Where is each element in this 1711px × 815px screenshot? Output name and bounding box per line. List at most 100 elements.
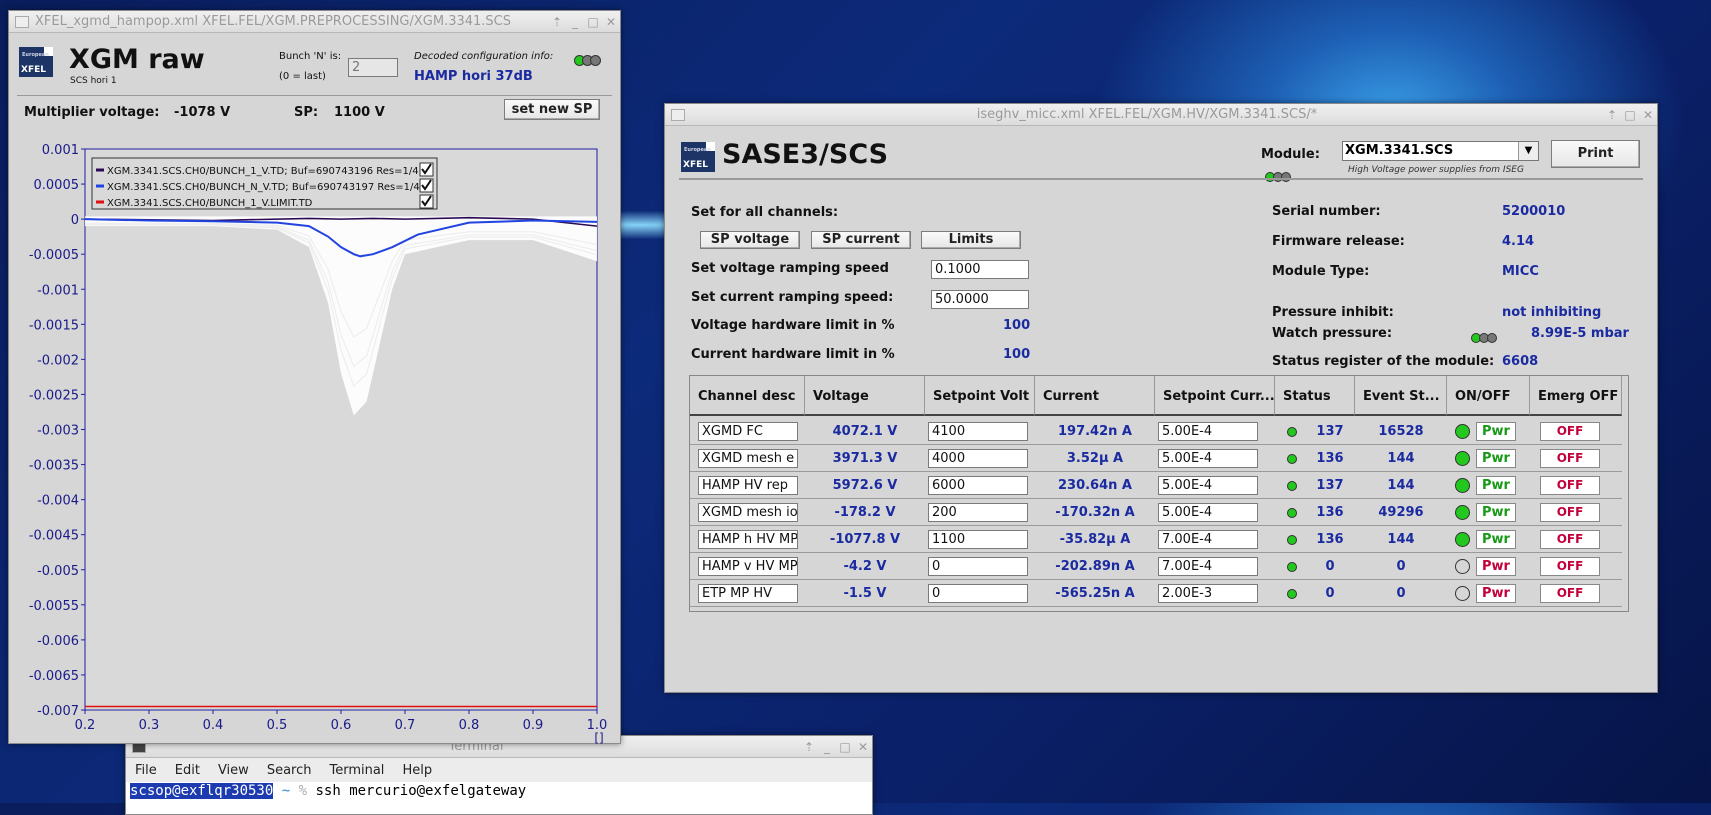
- column-header[interactable]: Status: [1275, 376, 1355, 416]
- setpoint-curr-input[interactable]: 2.00E-3: [1158, 584, 1258, 603]
- power-button[interactable]: Pwr: [1476, 476, 1516, 495]
- x-tick-label: 0.6: [331, 718, 352, 733]
- power-state-icon: [1455, 532, 1470, 547]
- emergency-off-button[interactable]: OFF: [1540, 422, 1600, 441]
- power-button[interactable]: Pwr: [1476, 449, 1516, 468]
- maximize-icon[interactable]: □: [584, 15, 602, 29]
- menu-help[interactable]: Help: [402, 763, 432, 778]
- x-tick-label: 0.9: [523, 718, 544, 733]
- setpoint-curr-input[interactable]: 5.00E-4: [1158, 476, 1258, 495]
- power-button[interactable]: Pwr: [1476, 503, 1516, 522]
- status-lamp-icon: [1287, 534, 1297, 545]
- sp-label: SP:: [294, 105, 319, 120]
- module-lamps: [1265, 166, 1291, 185]
- keep-above-icon[interactable]: ⇡: [1603, 108, 1621, 122]
- channel-desc-input[interactable]: HAMP h HV MP: [698, 530, 798, 549]
- terminal-window[interactable]: Terminal ⇡ _ □ ✕ File Edit View Search Termi…: [125, 735, 873, 815]
- vramp-input[interactable]: 0.1000: [931, 260, 1029, 279]
- column-header[interactable]: Setpoint Volt: [925, 376, 1035, 416]
- cramp-input[interactable]: 50.0000: [931, 290, 1029, 309]
- power-button[interactable]: Pwr: [1476, 557, 1516, 576]
- event-status-value: 144: [1387, 532, 1415, 547]
- lamp-icon: [590, 55, 601, 66]
- column-header[interactable]: Channel desc: [690, 376, 805, 416]
- setpoint-curr-input[interactable]: 5.00E-4: [1158, 503, 1258, 522]
- xgm-titlebar[interactable]: XFEL_xgmd_hampop.xml XFEL.FEL/XGM.PREPRO…: [9, 11, 620, 33]
- setpoint-volt-input[interactable]: 200: [928, 503, 1028, 522]
- column-header[interactable]: ON/OFF: [1447, 376, 1530, 416]
- power-button[interactable]: Pwr: [1476, 530, 1516, 549]
- minimize-icon[interactable]: _: [818, 740, 836, 754]
- event-status-value: 0: [1396, 559, 1406, 574]
- menu-file[interactable]: File: [135, 763, 157, 778]
- hv-window-title: iseghv_micc.xml XFEL.FEL/XGM.HV/XGM.3341…: [976, 107, 1318, 122]
- menu-search[interactable]: Search: [267, 763, 312, 778]
- y-tick-label: -0.0005: [29, 248, 79, 263]
- emergency-off-button[interactable]: OFF: [1540, 557, 1600, 576]
- hv-titlebar[interactable]: iseghv_micc.xml XFEL.FEL/XGM.HV/XGM.3341…: [665, 104, 1657, 126]
- channel-desc-input[interactable]: XGMD mesh ion: [698, 503, 798, 522]
- maximize-icon[interactable]: □: [836, 740, 854, 754]
- terminal-line[interactable]: scsop@exflqr30530 ~ % ssh mercurio@exfel…: [126, 782, 872, 800]
- setpoint-volt-input[interactable]: 1100: [928, 530, 1028, 549]
- channel-desc-input[interactable]: XGMD mesh e: [698, 449, 798, 468]
- emergency-off-button[interactable]: OFF: [1540, 503, 1600, 522]
- setpoint-volt-input[interactable]: 0: [928, 584, 1028, 603]
- close-icon[interactable]: ✕: [602, 15, 620, 29]
- setpoint-curr-input[interactable]: 7.00E-4: [1158, 557, 1258, 576]
- minimize-icon[interactable]: _: [566, 15, 584, 29]
- status-lamps: [574, 50, 601, 69]
- mult-label: Multiplier voltage:: [24, 105, 160, 120]
- menu-terminal[interactable]: Terminal: [329, 763, 384, 778]
- hv-heading: SASE3/SCS: [722, 139, 889, 170]
- set-all-label: Set for all channels:: [691, 205, 839, 220]
- emergency-off-button[interactable]: OFF: [1540, 584, 1600, 603]
- emergency-off-button[interactable]: OFF: [1540, 476, 1600, 495]
- xgm-chart[interactable]: 0.001 0.0005 0 -0.0005 -0.001 -0.0015 -0.002 -0…: [9, 127, 622, 744]
- keep-above-icon[interactable]: ⇡: [548, 15, 566, 29]
- xgm-window[interactable]: XFEL_xgmd_hampop.xml XFEL.FEL/XGM.PREPRO…: [8, 10, 621, 744]
- channel-desc-input[interactable]: ETP MP HV: [698, 584, 798, 603]
- setpoint-curr-input[interactable]: 5.00E-4: [1158, 449, 1258, 468]
- column-header[interactable]: Emerg OFF: [1530, 376, 1622, 416]
- sp-current-button[interactable]: SP current: [811, 231, 911, 249]
- close-icon[interactable]: ✕: [854, 740, 872, 754]
- column-header[interactable]: Event St...: [1355, 376, 1447, 416]
- setpoint-volt-input[interactable]: 6000: [928, 476, 1028, 495]
- set-new-sp-button[interactable]: set new SP: [504, 99, 600, 120]
- channel-desc-input[interactable]: HAMP HV rep: [698, 476, 798, 495]
- vlimit-value: 100: [1003, 318, 1031, 333]
- voltage-value: -1077.8 V: [829, 532, 901, 547]
- current-value: 3.52µ A: [1066, 451, 1124, 466]
- setpoint-volt-input[interactable]: 4000: [928, 449, 1028, 468]
- emergency-off-button[interactable]: OFF: [1540, 530, 1600, 549]
- bunch-input[interactable]: 2: [348, 58, 398, 77]
- setpoint-volt-input[interactable]: 4100: [928, 422, 1028, 441]
- y-tick-label: -0.006: [37, 634, 79, 649]
- limits-button[interactable]: Limits: [921, 231, 1021, 249]
- setpoint-volt-input[interactable]: 0: [928, 557, 1028, 576]
- column-header[interactable]: Current: [1035, 376, 1155, 416]
- emergency-off-button[interactable]: OFF: [1540, 449, 1600, 468]
- setpoint-curr-input[interactable]: 7.00E-4: [1158, 530, 1258, 549]
- hv-window[interactable]: iseghv_micc.xml XFEL.FEL/XGM.HV/XGM.3341…: [664, 103, 1658, 693]
- module-select[interactable]: XGM.3341.SCS ▼: [1342, 141, 1539, 161]
- power-button[interactable]: Pwr: [1476, 422, 1516, 441]
- column-header[interactable]: Setpoint Curr...: [1155, 376, 1275, 416]
- channel-desc-input[interactable]: HAMP v HV MP: [698, 557, 798, 576]
- setpoint-curr-input[interactable]: 5.00E-4: [1158, 422, 1258, 441]
- print-button[interactable]: Print: [1551, 140, 1640, 168]
- chevron-down-icon[interactable]: ▼: [1518, 142, 1538, 160]
- close-icon[interactable]: ✕: [1639, 108, 1657, 122]
- chart-legend[interactable]: XGM.3341.SCS.CH0/BUNCH_1_V.TD; Buf=69074…: [91, 157, 438, 210]
- column-header[interactable]: Voltage: [805, 376, 925, 416]
- prompt-symbol: %: [298, 783, 308, 799]
- menu-view[interactable]: View: [218, 763, 249, 778]
- keep-above-icon[interactable]: ⇡: [800, 740, 818, 754]
- pinhibit-value: not inhibiting: [1502, 305, 1602, 320]
- maximize-icon[interactable]: □: [1621, 108, 1639, 122]
- channel-desc-input[interactable]: XGMD FC: [698, 422, 798, 441]
- power-button[interactable]: Pwr: [1476, 584, 1516, 603]
- sp-voltage-button[interactable]: SP voltage: [700, 231, 800, 249]
- menu-edit[interactable]: Edit: [175, 763, 200, 778]
